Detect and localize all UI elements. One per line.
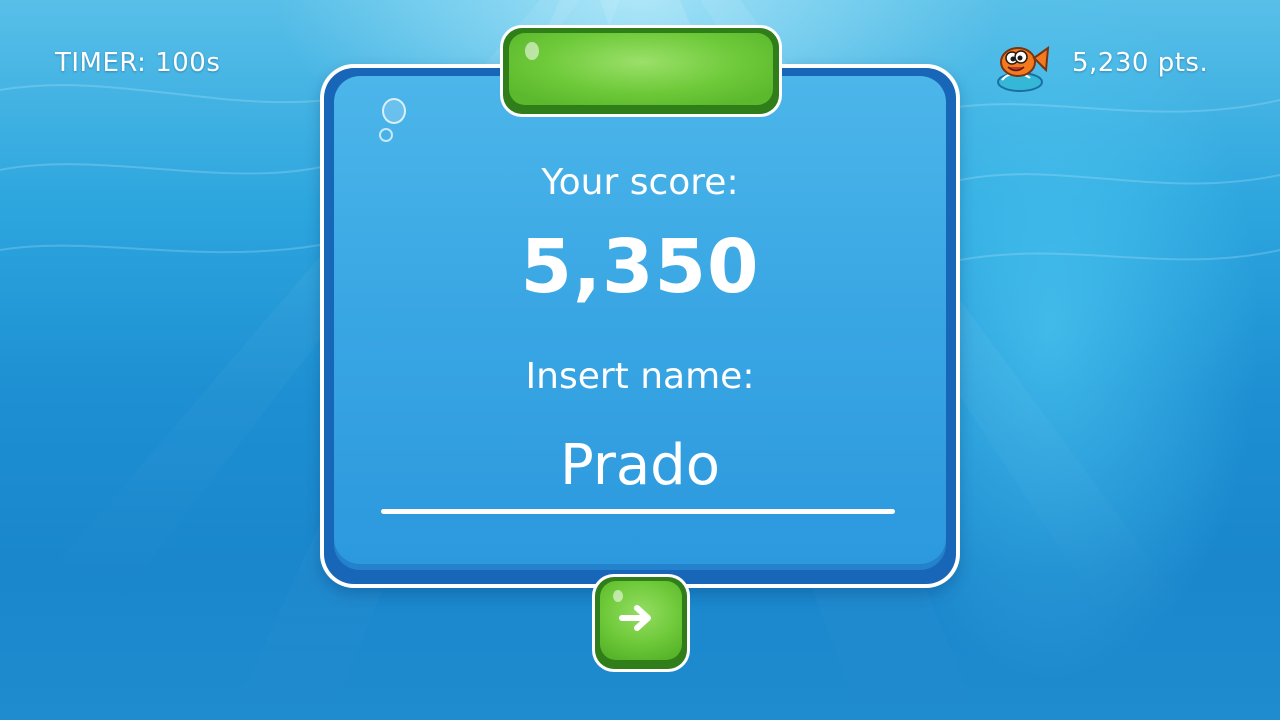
timer-label: TIMER: 100s xyxy=(55,48,221,78)
arrow-right-icon xyxy=(619,605,651,631)
next-button[interactable] xyxy=(592,574,690,672)
banner-body xyxy=(509,33,773,105)
name-input[interactable] xyxy=(380,424,900,506)
name-input-underline xyxy=(381,509,895,514)
name-label: Insert name: xyxy=(525,356,755,397)
score-dialog: Your score: 5,350 Insert name: xyxy=(320,64,960,588)
score-label: Your score: xyxy=(541,162,739,203)
banner-border xyxy=(503,28,779,114)
bubble-decoration xyxy=(382,98,406,124)
score-value: 5,350 xyxy=(520,224,760,310)
points-label: 5,230 pts. xyxy=(1072,48,1209,78)
fish-icon xyxy=(997,45,1050,92)
dialog-border xyxy=(324,68,956,584)
dialog-title-banner xyxy=(500,25,782,117)
banner-shine xyxy=(525,42,539,60)
bubble-decoration xyxy=(379,128,393,142)
